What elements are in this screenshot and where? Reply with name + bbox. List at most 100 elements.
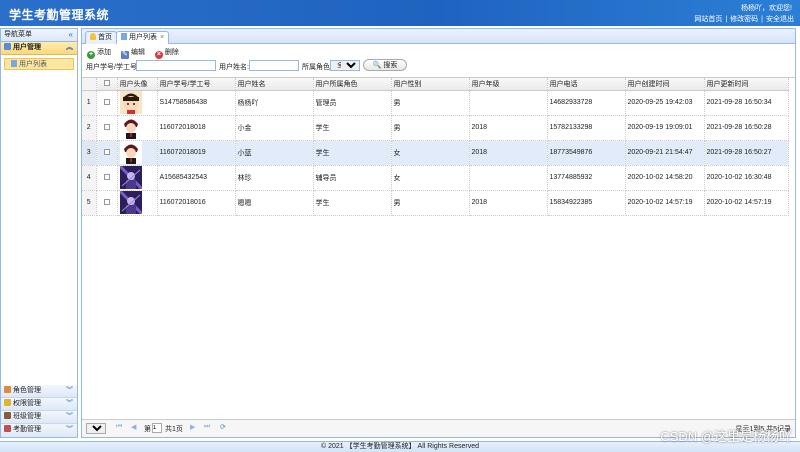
main-panel: 首页 用户列表 × + 添加 ✎ 编辑 × 删除 用户学号/学工号: 用户姓名: 所属角… — [81, 28, 796, 438]
search-bar: 用户学号/学工号: 用户姓名: 所属角色: 全部 🔍 搜索 — [82, 59, 795, 73]
grade-cell: 2018 — [469, 140, 548, 166]
double-chevron-left-icon[interactable]: « — [69, 29, 73, 41]
updated-cell: 2021-09-28 16:50:34 — [704, 90, 789, 116]
gender-cell: 男 — [391, 190, 470, 216]
add-label: 添加 — [97, 49, 111, 56]
row-checkbox-cell[interactable] — [96, 190, 118, 216]
column-header-role[interactable]: 用户所属角色 — [313, 78, 392, 91]
bulb-icon — [90, 33, 96, 40]
column-header-updated[interactable]: 用户更新时间 — [704, 78, 789, 91]
last-page-icon[interactable]: ⏭ — [204, 423, 210, 431]
app-header: 学生考勤管理系统 杨杨吖，欢迎您! 网站首页 | 修改密码 | 安全退出 — [0, 0, 800, 26]
sidebar-group-role-management[interactable]: 角色管理 ︾ — [1, 385, 77, 398]
change-password-link[interactable]: 修改密码 — [730, 16, 758, 23]
users-icon — [4, 43, 11, 50]
account-cell: S14758586438 — [157, 90, 236, 116]
name-cell: 杨杨吖 — [235, 90, 314, 116]
tab-home[interactable]: 首页 — [85, 31, 117, 44]
watermark-text: CSDN @这里是杨杨吖 — [660, 429, 792, 444]
add-button[interactable]: + 添加 — [87, 47, 111, 59]
column-header-avatar[interactable]: 用户头像 — [117, 78, 158, 91]
table-row-selected[interactable]: 3 116072018019 小蓝 学生 女 2018 18773549876 … — [82, 140, 789, 166]
chevron-down-icon: ︾ — [66, 387, 73, 394]
row-checkbox-cell[interactable] — [96, 90, 118, 116]
row-number: 1 — [82, 90, 97, 116]
row-checkbox-cell[interactable] — [96, 165, 118, 191]
page-size-select[interactable]: 10 — [86, 423, 106, 434]
next-page-icon[interactable]: ▶ — [190, 423, 195, 431]
row-number: 3 — [82, 140, 97, 166]
header-links: 网站首页 | 修改密码 | 安全退出 — [694, 14, 794, 24]
table-row[interactable]: 1 S14758586438 杨杨吖 管理员 男 14682933728 202… — [82, 90, 789, 116]
avatar-purple-portrait — [119, 191, 142, 214]
delete-button[interactable]: × 删除 — [154, 47, 179, 59]
sidebar-group-attendance-management[interactable]: 考勤管理 ︾ — [1, 424, 77, 437]
search-button[interactable]: 🔍 搜索 — [363, 59, 407, 71]
column-header-account[interactable]: 用户学号/学工号 — [157, 78, 236, 91]
sidebar-group-user-management[interactable]: 用户管理 ︽ — [1, 42, 77, 55]
row-number: 2 — [82, 115, 97, 141]
tab-label: 用户列表 — [129, 34, 157, 41]
sidebar-group-permission-management[interactable]: 权限管理 ︾ — [1, 398, 77, 411]
toolbar: + 添加 ✎ 编辑 × 删除 — [82, 44, 795, 59]
avatar-cell — [117, 165, 158, 191]
created-cell: 2020-09-25 19:42:03 — [625, 90, 705, 116]
edit-button[interactable]: ✎ 编辑 — [120, 47, 145, 59]
column-header-name[interactable]: 用户姓名 — [235, 78, 314, 91]
row-checkbox[interactable] — [103, 123, 110, 130]
column-header-phone[interactable]: 用户电话 — [547, 78, 626, 91]
tab-user-list[interactable]: 用户列表 × — [116, 31, 170, 44]
avatar-anime-boy — [119, 141, 142, 164]
sidebar-item-user-list[interactable]: 用户列表 — [4, 58, 74, 70]
logout-link[interactable]: 安全退出 — [766, 16, 794, 23]
chevron-down-icon: ︾ — [66, 426, 73, 433]
avatar-cartoon-girl — [119, 91, 142, 114]
avatar-cell — [117, 115, 158, 141]
grade-cell — [469, 90, 548, 116]
link-divider: | — [725, 16, 728, 23]
select-all-checkbox-cell[interactable] — [96, 78, 118, 91]
remove-icon: × — [154, 51, 163, 59]
close-icon[interactable]: × — [160, 34, 164, 41]
row-number: 5 — [82, 190, 97, 216]
sidebar-group-label: 班级管理 — [13, 413, 41, 420]
row-checkbox[interactable] — [103, 98, 110, 105]
name-cell: 林珍 — [235, 165, 314, 191]
name-cell: 嗯嗯 — [235, 190, 314, 216]
sidebar-group-label: 用户管理 — [13, 44, 41, 51]
table-row[interactable]: 2 116072018018 小金 学生 男 2018 15782133298 … — [82, 115, 789, 141]
link-divider: | — [761, 16, 763, 23]
home-link[interactable]: 网站首页 — [694, 16, 722, 23]
role-select[interactable]: 全部 — [330, 60, 360, 71]
column-header-grade[interactable]: 用户年级 — [469, 78, 548, 91]
grade-cell — [469, 165, 548, 191]
sidebar-group-label: 角色管理 — [13, 387, 41, 394]
first-page-icon[interactable]: ⏮ — [116, 423, 122, 431]
chevron-down-icon: ︾ — [66, 413, 73, 420]
table-row[interactable]: 4 A15685432543 林珍 辅导员 女 13774885932 2020… — [82, 165, 789, 191]
row-number: 4 — [82, 165, 97, 191]
name-search-input[interactable] — [249, 60, 299, 71]
row-checkbox-cell[interactable] — [96, 115, 118, 141]
sidebar-group-class-management[interactable]: 班级管理 ︾ — [1, 411, 77, 424]
row-checkbox-cell[interactable] — [96, 140, 118, 166]
page-prefix: 第 — [144, 426, 151, 433]
class-icon — [4, 412, 11, 419]
row-checkbox[interactable] — [103, 148, 110, 155]
account-search-input[interactable] — [136, 60, 216, 71]
phone-cell: 13774885932 — [547, 165, 626, 191]
row-checkbox[interactable] — [103, 173, 110, 180]
table-row[interactable]: 5 116072018016 嗯嗯 学生 男 2018 15834922385 … — [82, 190, 789, 216]
refresh-icon[interactable]: ⟳ — [220, 423, 226, 431]
account-cell: 116072018016 — [157, 190, 236, 216]
column-header-created[interactable]: 用户创建时间 — [625, 78, 705, 91]
page-number-input[interactable] — [152, 423, 162, 433]
gender-cell: 女 — [391, 165, 470, 191]
role-cell: 学生 — [313, 115, 392, 141]
column-header-gender[interactable]: 用户性别 — [391, 78, 470, 91]
created-cell: 2020-10-02 14:57:19 — [625, 190, 705, 216]
previous-page-icon[interactable]: ◀ — [131, 423, 136, 431]
row-checkbox[interactable] — [103, 198, 110, 205]
avatar-cell — [117, 90, 158, 116]
select-all-checkbox[interactable] — [103, 79, 110, 86]
